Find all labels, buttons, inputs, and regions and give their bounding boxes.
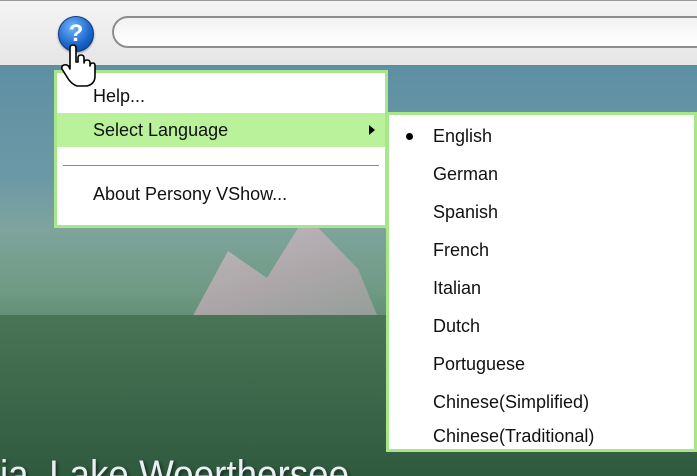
language-option-label: Chinese(Simplified) <box>433 392 590 412</box>
menu-separator <box>63 165 379 167</box>
language-option-label: German <box>433 164 499 184</box>
menu-item-label: Help... <box>93 86 146 106</box>
language-option-german[interactable]: German <box>389 155 694 193</box>
photo-caption: ia, Lake Woerthersee <box>0 453 350 476</box>
language-option-label: Italian <box>433 278 482 298</box>
language-submenu: English German Spanish French Italian Du… <box>386 112 697 452</box>
menu-item-about[interactable]: About Persony VShow... <box>57 177 385 211</box>
language-option-spanish[interactable]: Spanish <box>389 193 694 231</box>
language-option-chinese-traditional[interactable]: Chinese(Traditional) <box>389 417 694 455</box>
menu-item-label: Select Language <box>93 120 229 140</box>
language-option-chinese-simplified[interactable]: Chinese(Simplified) <box>389 383 694 421</box>
hand-cursor-icon <box>60 44 96 87</box>
language-option-label: English <box>433 126 493 146</box>
language-option-label: Spanish <box>433 202 499 222</box>
language-option-label: Portuguese <box>433 354 526 374</box>
language-option-dutch[interactable]: Dutch <box>389 307 694 345</box>
language-option-english[interactable]: English <box>389 117 694 155</box>
menu-item-label: About Persony VShow... <box>93 184 288 204</box>
menu-item-help[interactable]: Help... <box>57 79 385 113</box>
address-field[interactable] <box>112 16 697 48</box>
help-menu: Help... Select Language About Persony VS… <box>54 70 388 228</box>
language-option-french[interactable]: French <box>389 231 694 269</box>
toolbar: ? <box>0 0 697 66</box>
language-option-label: Chinese(Traditional) <box>433 426 595 446</box>
language-option-label: French <box>433 240 490 260</box>
language-option-portuguese[interactable]: Portuguese <box>389 345 694 383</box>
submenu-arrow-icon <box>369 125 375 135</box>
selected-bullet-icon <box>406 133 413 140</box>
menu-item-select-language[interactable]: Select Language <box>57 113 385 147</box>
language-option-italian[interactable]: Italian <box>389 269 694 307</box>
language-option-label: Dutch <box>433 316 481 336</box>
